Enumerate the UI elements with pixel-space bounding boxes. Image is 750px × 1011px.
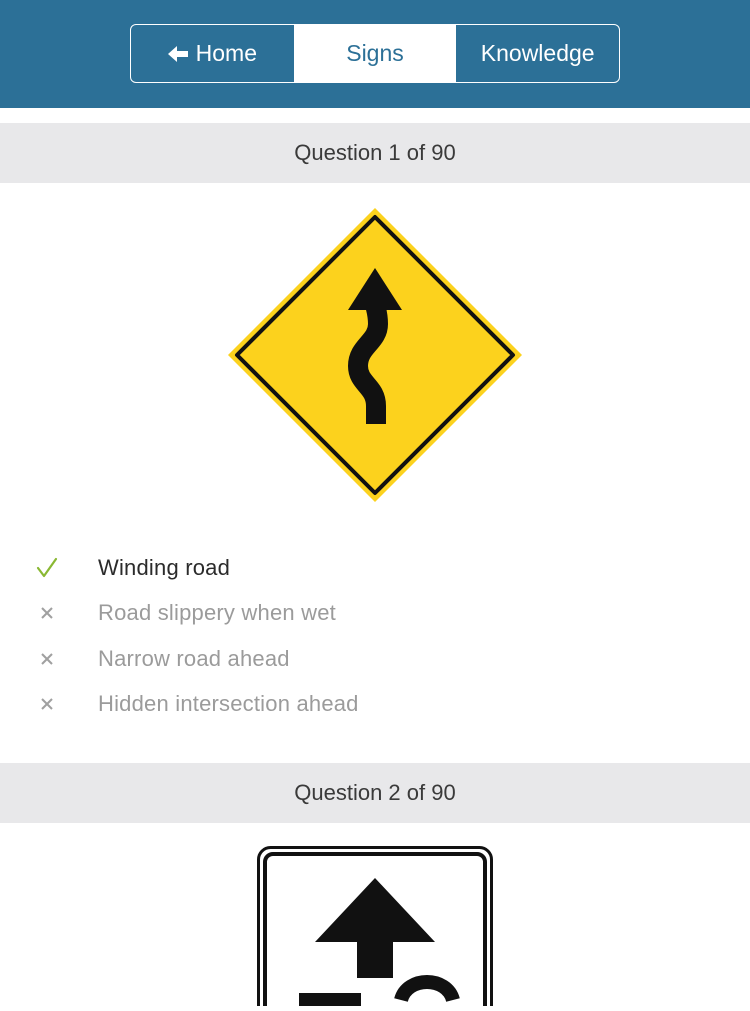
answer-option[interactable]: Road slippery when wet <box>0 591 750 637</box>
x-icon <box>0 652 98 666</box>
answer-label: Narrow road ahead <box>98 645 290 671</box>
answer-label: Winding road <box>98 554 231 580</box>
question-number: Question 2 of 90 <box>294 780 456 805</box>
x-icon <box>0 697 98 711</box>
tab-home[interactable]: Home <box>131 25 294 82</box>
speed-limit-ahead-sign <box>257 846 493 1011</box>
tab-signs-label: Signs <box>346 40 404 66</box>
segmented-control: Home Signs Knowledge <box>130 24 620 83</box>
tab-knowledge-label: Knowledge <box>480 40 595 66</box>
tab-knowledge[interactable]: Knowledge <box>456 25 619 82</box>
winding-road-warning-sign <box>226 206 524 504</box>
answer-label: Road slippery when wet <box>98 600 336 626</box>
question-header: Question 2 of 90 <box>0 763 750 823</box>
checkmark-icon <box>0 557 98 579</box>
answer-list: Winding road Road slippery when wet Narr… <box>0 545 750 727</box>
arrow-left-icon <box>167 45 188 62</box>
x-icon <box>0 606 98 620</box>
question-number: Question 1 of 90 <box>294 140 456 165</box>
tab-signs[interactable]: Signs <box>293 25 457 82</box>
answer-label: Hidden intersection ahead <box>98 691 359 717</box>
answer-option[interactable]: Hidden intersection ahead <box>0 682 750 728</box>
top-nav-bar: Home Signs Knowledge <box>0 0 750 108</box>
answer-option[interactable]: Narrow road ahead <box>0 636 750 682</box>
answer-option[interactable]: Winding road <box>0 545 750 591</box>
question-header: Question 1 of 90 <box>0 123 750 183</box>
tab-home-label: Home <box>195 40 258 66</box>
